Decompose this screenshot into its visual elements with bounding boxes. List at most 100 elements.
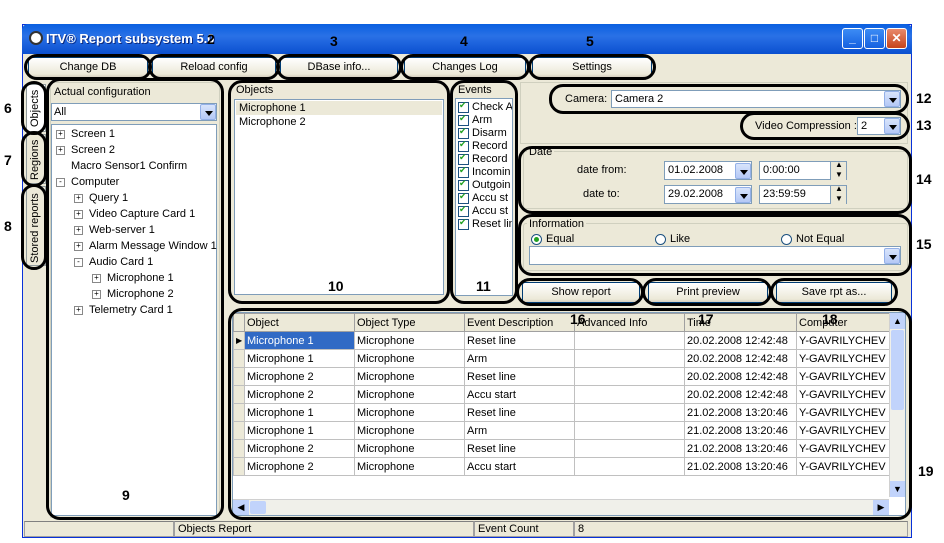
table-cell[interactable]: Y-GAVRILYCHEV (796, 349, 890, 368)
column-header[interactable]: Advanced Info (574, 313, 685, 332)
events-list[interactable]: Check AArmDisarmRecordRecordIncominOutgo… (455, 98, 513, 296)
table-cell[interactable] (574, 439, 685, 458)
table-cell[interactable]: Y-GAVRILYCHEV (796, 367, 890, 386)
tree-item[interactable]: + Microphone 1 (92, 272, 174, 284)
tree-item[interactable]: + Screen 2 (56, 144, 115, 156)
tree-item[interactable]: + Video Capture Card 1 (74, 208, 195, 220)
table-cell[interactable]: Reset line (464, 403, 575, 422)
scroll-hthumb[interactable] (250, 501, 266, 514)
row-indicator[interactable] (233, 421, 245, 440)
dbase-info-button[interactable]: DBase info... (280, 57, 398, 78)
tree-item[interactable]: - Audio Card 1 (74, 256, 153, 268)
table-cell[interactable]: Arm (464, 421, 575, 440)
spin-arrows-icon[interactable]: ▲ ▼ (830, 184, 846, 204)
column-header[interactable]: Computer (796, 313, 890, 332)
scroll-down-icon[interactable]: ▼ (890, 481, 905, 497)
time-to-spinner[interactable]: 23:59:59 ▲ ▼ (759, 184, 847, 204)
scroll-up-icon[interactable]: ▲ (890, 313, 905, 329)
chevron-down-icon[interactable] (735, 187, 751, 203)
table-cell[interactable]: Microphone 1 (244, 349, 355, 368)
report-grid[interactable]: Object Object Type Event Description Advanc… (232, 312, 906, 516)
table-cell[interactable]: Arm (464, 349, 575, 368)
table-cell[interactable]: 20.02.2008 12:42:48 (684, 349, 797, 368)
table-row[interactable]: Microphone 1 Microphone Arm 20.02.2008 12:4… (233, 349, 890, 368)
chevron-down-icon[interactable] (884, 248, 900, 264)
table-cell[interactable] (574, 385, 685, 404)
table-cell[interactable] (574, 367, 685, 386)
radio-icon[interactable] (655, 233, 666, 245)
collapse-icon[interactable]: - (56, 177, 65, 187)
table-cell[interactable]: Y-GAVRILYCHEV (796, 385, 890, 404)
horizontal-scrollbar[interactable]: ◀ ▶ (233, 499, 889, 515)
information-select[interactable] (529, 246, 901, 265)
table-cell[interactable]: Y-GAVRILYCHEV (796, 403, 890, 422)
table-cell[interactable]: Reset line (464, 439, 575, 458)
checkbox-checked-icon[interactable] (458, 113, 469, 126)
table-cell[interactable]: Microphone (354, 349, 465, 368)
table-cell[interactable] (574, 421, 685, 440)
list-item[interactable]: Microphone 2 (239, 116, 306, 128)
event-checkbox-item[interactable]: Arm (458, 113, 492, 126)
row-indicator[interactable] (233, 403, 245, 422)
date-from-picker[interactable]: 01.02.2008 (664, 161, 752, 180)
checkbox-checked-icon[interactable] (458, 100, 469, 113)
table-cell[interactable]: Reset line (464, 331, 575, 350)
table-cell[interactable] (574, 403, 685, 422)
row-indicator[interactable] (233, 349, 245, 368)
camera-select[interactable]: Camera 2 (611, 90, 901, 108)
table-cell[interactable]: 21.02.2008 13:20:46 (684, 439, 797, 458)
tree-item[interactable]: + Telemetry Card 1 (74, 304, 173, 316)
objects-list[interactable]: Microphone 1 Microphone 2 (234, 99, 444, 295)
radio-not-equal[interactable]: Not Equal (781, 233, 844, 245)
expand-icon[interactable]: + (74, 193, 83, 203)
save-rpt-button[interactable]: Save rpt as... (776, 282, 892, 303)
tab-objects[interactable]: Objects (26, 84, 46, 132)
checkbox-checked-icon[interactable] (458, 217, 469, 230)
radio-selected-icon[interactable] (531, 233, 542, 245)
table-cell[interactable]: Microphone 2 (244, 367, 355, 386)
table-cell[interactable]: Microphone 1 (244, 331, 355, 350)
table-cell[interactable]: 21.02.2008 13:20:46 (684, 457, 797, 476)
show-report-button[interactable]: Show report (522, 282, 640, 303)
table-cell[interactable]: Microphone (354, 439, 465, 458)
table-cell[interactable]: Microphone (354, 385, 465, 404)
column-header[interactable]: Object (244, 313, 355, 332)
table-cell[interactable]: Microphone (354, 421, 465, 440)
event-checkbox-item[interactable]: Reset lin (458, 217, 512, 230)
expand-icon[interactable]: + (74, 209, 83, 219)
checkbox-checked-icon[interactable] (458, 139, 469, 152)
tree-item[interactable]: - Computer (56, 176, 119, 188)
tab-stored-reports[interactable]: Stored reports (26, 186, 46, 266)
chevron-down-icon[interactable] (884, 91, 900, 107)
table-cell[interactable]: 21.02.2008 13:20:46 (684, 403, 797, 422)
radio-like[interactable]: Like (655, 233, 690, 245)
table-row[interactable]: Microphone 2 Microphone Accu start 21.02.20… (233, 457, 890, 476)
print-preview-button[interactable]: Print preview (648, 282, 768, 303)
column-header[interactable]: Object Type (354, 313, 465, 332)
changes-log-button[interactable]: Changes Log (404, 57, 526, 78)
tree-item[interactable]: + Microphone 2 (92, 288, 174, 300)
table-cell[interactable]: Y-GAVRILYCHEV (796, 421, 890, 440)
row-indicator[interactable] (233, 385, 245, 404)
settings-button[interactable]: Settings (532, 57, 652, 78)
event-checkbox-item[interactable]: Outgoin (458, 178, 511, 191)
event-checkbox-item[interactable]: Record (458, 139, 507, 152)
table-cell[interactable]: Accu start (464, 457, 575, 476)
chevron-down-icon[interactable] (200, 104, 216, 120)
expand-icon[interactable]: + (74, 241, 83, 251)
table-row[interactable]: Microphone 2 Microphone Reset line 20.02.20… (233, 367, 890, 386)
radio-equal[interactable]: Equal (531, 233, 574, 245)
table-cell[interactable]: Microphone (354, 403, 465, 422)
table-row[interactable]: Microphone 1 Microphone Reset line 21.02.20… (233, 403, 890, 422)
expand-icon[interactable]: + (92, 273, 101, 283)
event-checkbox-item[interactable]: Check A (458, 100, 512, 113)
scroll-right-icon[interactable]: ▶ (873, 500, 889, 515)
close-icon[interactable]: ✕ (886, 28, 907, 49)
checkbox-checked-icon[interactable] (458, 126, 469, 139)
table-row[interactable]: Microphone 1 Microphone Arm 21.02.2008 13:2… (233, 421, 890, 440)
minimize-icon[interactable]: _ (842, 28, 863, 49)
table-row[interactable]: ▶ Microphone 1 Microphone Reset line 20.02.2… (233, 331, 890, 350)
expand-icon[interactable]: + (56, 145, 65, 155)
row-pointer-icon[interactable]: ▶ (233, 331, 245, 350)
table-cell[interactable]: Microphone (354, 331, 465, 350)
